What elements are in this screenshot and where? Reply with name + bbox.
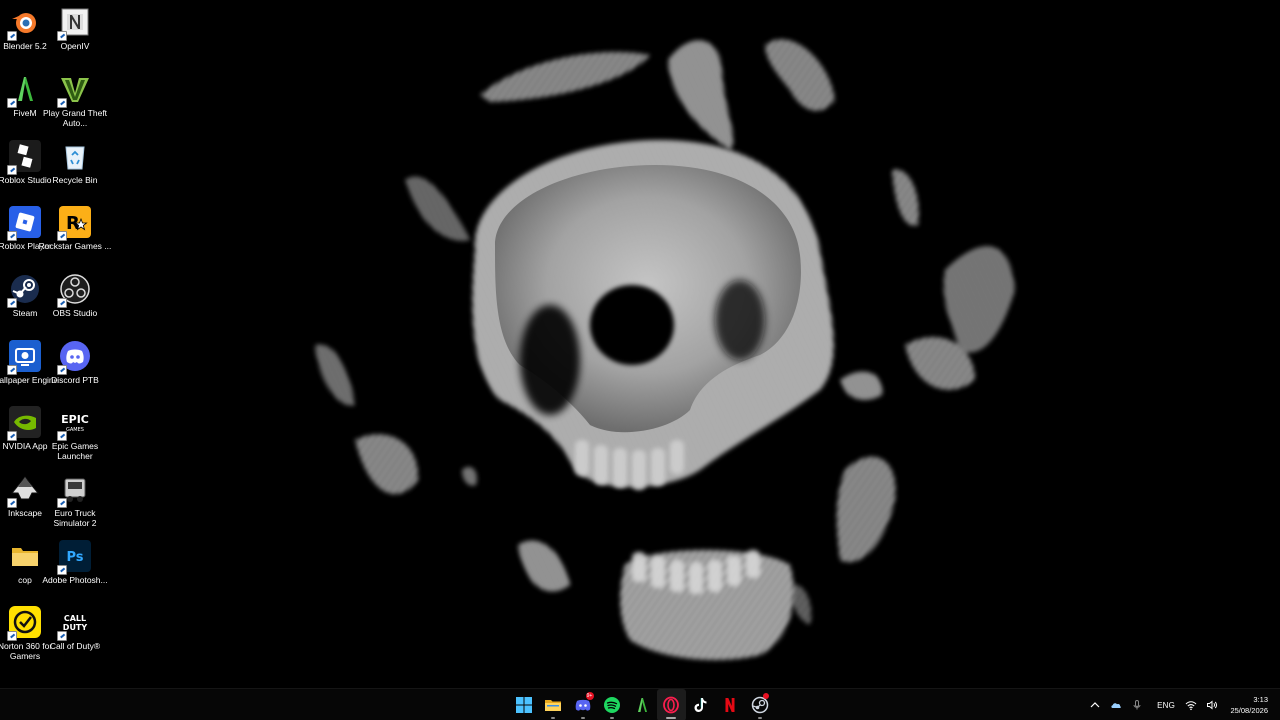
- photoshop-icon: Ps: [57, 540, 91, 575]
- microphone-tray-button[interactable]: [1126, 689, 1147, 720]
- input-language-indicator[interactable]: ENG: [1147, 701, 1180, 710]
- desktop-icon-euro-truck[interactable]: Euro Truck Simulator 2: [50, 467, 100, 531]
- cloud-icon: [1110, 703, 1121, 708]
- svg-text:EPIC: EPIC: [61, 413, 89, 426]
- desktop-icon-openiv[interactable]: OpenIV: [50, 0, 100, 64]
- desktop-icon-call-of-duty[interactable]: CALL DUTY Call of Duty®: [50, 600, 100, 664]
- system-tray: ENG 3:13 25/08/2026: [1084, 689, 1280, 720]
- euro-truck-icon: [57, 473, 91, 508]
- taskbar: 9+ ENG 3:13 25/08/2026: [0, 688, 1280, 720]
- desktop-icon-label: Rockstar Games ...: [38, 241, 112, 251]
- desktop-icon-wallpaper-engine[interactable]: Wallpaper Engine: [0, 334, 58, 398]
- taskbar-app-list: 9+: [509, 689, 775, 720]
- desktop-icon-blender[interactable]: Blender 5.2: [0, 0, 50, 64]
- desktop-icon-label: Discord PTB: [51, 375, 99, 385]
- svg-text:Ps: Ps: [66, 550, 83, 565]
- desktop-icon-label: OpenIV: [60, 41, 90, 51]
- desktop-icon-recycle-bin[interactable]: Recycle Bin: [50, 134, 100, 198]
- opera-gx-button[interactable]: [656, 689, 686, 720]
- network-tray-button[interactable]: [1180, 689, 1201, 720]
- notification-dot: [762, 693, 769, 699]
- desktop-icon-photoshop[interactable]: Ps Adobe Photosh...: [42, 534, 108, 598]
- nvidia-app-icon: [7, 406, 41, 441]
- discord-ptb-icon: [57, 340, 91, 375]
- blender-icon: [7, 6, 41, 41]
- desktop-wallpaper: [0, 0, 1280, 688]
- clock[interactable]: 3:13 25/08/2026: [1222, 694, 1280, 716]
- discord-button[interactable]: 9+: [568, 689, 598, 720]
- spotify-icon: [604, 697, 621, 713]
- desktop-icon-roblox-player[interactable]: Roblox Player: [0, 200, 51, 264]
- fivem-taskbar-button[interactable]: [627, 689, 657, 720]
- desktop-icon-obs-studio[interactable]: OBS Studio: [50, 267, 100, 331]
- desktop-icon-epic-games[interactable]: EPIC GAMES Epic Games Launcher: [50, 400, 100, 464]
- volume-tray-button[interactable]: [1201, 689, 1222, 720]
- chevron-up-icon: [1090, 702, 1099, 708]
- windows-icon: [515, 697, 532, 713]
- wallpaper-engine-icon: [7, 340, 41, 375]
- tiktok-icon: [694, 698, 707, 712]
- desktop-icon-gta-v[interactable]: Play Grand Theft Auto...: [43, 67, 107, 131]
- norton-icon: [7, 606, 41, 641]
- file-explorer-button[interactable]: [539, 689, 569, 720]
- desktop-icon-label: OBS Studio: [52, 308, 98, 318]
- desktop-icon-rockstar-games[interactable]: R Rockstar Games ...: [39, 200, 111, 264]
- desktop-icon-label: Euro Truck Simulator 2: [53, 508, 97, 528]
- svg-text:CALL: CALL: [64, 614, 86, 623]
- desktop-icon-norton[interactable]: Norton 360 for Gamers: [0, 600, 52, 664]
- roblox-player-icon: [7, 206, 41, 241]
- tiktok-button[interactable]: [686, 689, 716, 720]
- inkscape-icon: [7, 473, 41, 508]
- desktop-icon-label: Call of Duty®: [49, 641, 101, 651]
- desktop-icon-cop-folder[interactable]: cop: [0, 534, 50, 598]
- desktop-icon-label: Recycle Bin: [52, 175, 98, 185]
- onedrive-tray-button[interactable]: [1105, 689, 1126, 720]
- microphone-icon: [1133, 700, 1141, 710]
- desktop-icon-roblox-studio[interactable]: Roblox Studio: [0, 134, 51, 198]
- call-of-duty-icon: CALL DUTY: [57, 606, 91, 641]
- netflix-button[interactable]: [716, 689, 746, 720]
- wallpaper-jaw: [620, 550, 794, 660]
- recycle-bin-icon: [59, 140, 91, 172]
- desktop-icon-discord-ptb[interactable]: Discord PTB: [50, 334, 100, 398]
- clock-date: 25/08/2026: [1230, 706, 1268, 715]
- obs-studio-icon: [57, 273, 91, 308]
- start-button[interactable]: [509, 689, 539, 720]
- svg-text:GAMES: GAMES: [66, 427, 84, 433]
- spotify-button[interactable]: [598, 689, 628, 720]
- file-explorer-icon: [545, 700, 562, 711]
- openiv-icon: [57, 6, 91, 41]
- fivem-icon: [7, 73, 41, 108]
- notification-badge: 9+: [585, 692, 594, 700]
- desktop-icon-steam[interactable]: Steam: [0, 267, 50, 331]
- folder-icon: [9, 540, 41, 572]
- roblox-studio-icon: [7, 140, 41, 175]
- desktop-icon-label: Play Grand Theft Auto...: [42, 108, 108, 128]
- steam-taskbar-button[interactable]: [745, 689, 775, 720]
- epic-games-icon: EPIC GAMES: [57, 406, 91, 441]
- clock-time: 3:13: [1253, 695, 1268, 704]
- gta-v-icon: [57, 73, 91, 108]
- desktop-icon-label: Epic Games Launcher: [51, 441, 99, 461]
- desktop-icon-label: Adobe Photosh...: [42, 575, 108, 585]
- netflix-icon: [725, 698, 735, 712]
- opera-gx-icon: [663, 696, 680, 714]
- speaker-icon: [1206, 700, 1217, 710]
- rockstar-games-icon: R: [57, 206, 91, 241]
- fivem-icon: [637, 698, 647, 712]
- wifi-icon: [1185, 701, 1196, 711]
- show-hidden-icons-button[interactable]: [1084, 689, 1105, 720]
- steam-icon: [7, 273, 41, 308]
